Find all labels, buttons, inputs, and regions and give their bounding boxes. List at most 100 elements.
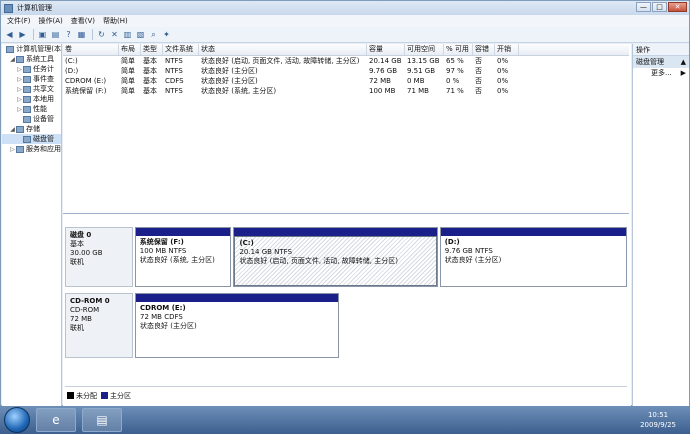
col-status[interactable]: 状态 (199, 44, 367, 55)
tree-item[interactable]: ▷ 服务和应用 (2, 144, 61, 154)
tree-item-label: 存储 (26, 125, 40, 133)
properties-icon[interactable]: ▤ (50, 29, 61, 40)
partition-name: (C:) (239, 239, 254, 247)
menu-help[interactable]: 帮助(H) (103, 16, 128, 26)
col-volume[interactable]: 卷 (63, 44, 119, 55)
expand-icon[interactable]: ▷ (9, 146, 16, 153)
table-cell: 基本 (143, 57, 157, 65)
table-cell: 基本 (143, 77, 157, 85)
tree-item[interactable]: ▷ 本地用 (2, 94, 61, 104)
col-fault-tolerance[interactable]: 容错 (473, 44, 495, 55)
menu-file[interactable]: 文件(F) (7, 16, 31, 26)
tree-item[interactable]: 计算机管理(本 (2, 44, 61, 54)
table-cell: 72 MB (369, 77, 391, 85)
disk-size: 72 MB (70, 315, 92, 323)
col-filesystem[interactable]: 文件系统 (163, 44, 199, 55)
disk-size: 30.00 GB (70, 249, 103, 257)
table-row[interactable]: (D:) 简单 基本 NTFS 状态良好 (主分区) 9.76 GB 9.51 GB 97 %… (63, 66, 629, 76)
refresh-icon[interactable]: ↻ (96, 29, 107, 40)
tree-node-icon (16, 125, 24, 133)
expand-icon[interactable]: ▷ (16, 66, 23, 73)
actions-pane: 操作 磁盘管理 ▲ 更多... ▶ (632, 44, 689, 406)
expand-icon[interactable]: ▷ (16, 86, 23, 93)
table-cell: 否 (475, 67, 482, 75)
folder-up-icon[interactable]: ▣ (37, 29, 48, 40)
tree-node-icon (23, 105, 31, 113)
maximize-button[interactable]: □ (652, 2, 667, 12)
partition-f[interactable]: 系统保留 (F:) 100 MB NTFS 状态良好 (系统, 主分区) (134, 227, 232, 287)
close-button[interactable]: ✕ (668, 2, 687, 12)
table-cell: 状态良好 (启动, 页面文件, 活动, 故障转储, 主分区) (201, 57, 360, 65)
search-icon[interactable]: ⌕ (148, 29, 159, 40)
table-cell: 100 MB (369, 87, 396, 95)
tree-item[interactable]: 磁盘管 (2, 134, 61, 144)
expand-icon[interactable]: ▷ (16, 106, 23, 113)
menu-view[interactable]: 查看(V) (71, 16, 95, 26)
computer-management-taskbar-button[interactable]: ▤ (82, 408, 122, 432)
actions-section[interactable]: 磁盘管理 ▲ (633, 56, 689, 68)
minimize-button[interactable]: — (636, 2, 651, 12)
properties2-icon[interactable]: ▥ (122, 29, 133, 40)
table-row[interactable]: CDROM (E:) 简单 基本 CDFS 状态良好 (主分区) 72 MB 0 MB 0 %… (63, 76, 629, 86)
col-capacity[interactable]: 容量 (367, 44, 405, 55)
col-percent-free[interactable]: % 可用 (444, 44, 473, 55)
taskbar: e ▤ 10:51 2009/9/25 (0, 406, 690, 434)
wizard-icon[interactable]: ✦ (161, 29, 172, 40)
tree-item-label: 事件查 (33, 75, 54, 83)
partition-d[interactable]: (D:) 9.76 GB NTFS 状态良好 (主分区) (439, 227, 627, 287)
view-icon[interactable]: ▦ (76, 29, 87, 40)
tree-item[interactable]: ▷ 性能 (2, 104, 61, 114)
cdrom-0-info[interactable]: CD-ROM 0 CD-ROM 72 MB 联机 (65, 293, 133, 358)
open-icon[interactable]: ▧ (135, 29, 146, 40)
partition-name: CDROM (E:) (140, 304, 186, 312)
table-row[interactable]: (C:) 简单 基本 NTFS 状态良好 (启动, 页面文件, 活动, 故障转储, 主分… (63, 56, 629, 66)
tree-item-label: 系统工具 (26, 55, 54, 63)
table-cell: 简单 (121, 67, 135, 75)
table-cell: 0% (497, 67, 509, 75)
disk-0-info[interactable]: 磁盘 0 基本 30.00 GB 联机 (65, 227, 133, 287)
expand-icon[interactable]: ▷ (16, 96, 23, 103)
forward-icon[interactable]: ▶ (17, 29, 28, 40)
table-cell: NTFS (165, 67, 183, 75)
back-icon[interactable]: ◀ (4, 29, 15, 40)
clock-date: 2009/9/25 (640, 421, 676, 429)
tree-item[interactable]: ▷ 任务计 (2, 64, 61, 74)
table-cell: 否 (475, 87, 482, 95)
tree-node-icon (23, 65, 31, 73)
menu-action[interactable]: 操作(A) (39, 16, 63, 26)
delete-icon[interactable]: ✕ (109, 29, 120, 40)
tree-item-label: 性能 (33, 105, 47, 113)
partition-size: 20.14 GB NTFS (239, 248, 293, 256)
partition-status: 状态良好 (系统, 主分区) (139, 256, 215, 264)
tree-item-label: 服务和应用 (26, 145, 61, 153)
help-icon[interactable]: ? (63, 29, 74, 40)
tree-item[interactable]: ◢ 存储 (2, 124, 61, 134)
table-cell: 0% (497, 77, 509, 85)
ie-taskbar-button[interactable]: e (36, 408, 76, 432)
tree-item[interactable]: 设备管 (2, 114, 61, 124)
col-overhead[interactable]: 开销 (495, 44, 519, 55)
table-cell: 9.76 GB (369, 67, 398, 75)
col-layout[interactable]: 布局 (119, 44, 141, 55)
tree-item[interactable]: ◢ 系统工具 (2, 54, 61, 64)
expand-icon[interactable]: ▷ (16, 76, 23, 83)
table-cell: 71 MB (407, 87, 429, 95)
table-row[interactable]: 系统保留 (F:) 简单 基本 NTFS 状态良好 (系统, 主分区) 100 MB 71 … (63, 86, 629, 96)
partition-e[interactable]: CDROM (E:) 72 MB CDFS 状态良好 (主分区) (135, 293, 339, 358)
partition-c[interactable]: (C:) 20.14 GB NTFS 状态良好 (启动, 页面文件, 活动, 故… (233, 227, 438, 287)
table-cell: 20.14 GB (369, 57, 402, 65)
menu-bar: 文件(F) 操作(A) 查看(V) 帮助(H) (1, 15, 689, 27)
unallocated-swatch (67, 392, 74, 399)
tree-item[interactable]: ▷ 事件查 (2, 74, 61, 84)
expand-icon[interactable]: ◢ (9, 56, 16, 63)
legend-primary: 主分区 (110, 391, 131, 400)
expand-icon[interactable]: ◢ (9, 126, 16, 133)
clock[interactable]: 10:51 2009/9/25 (640, 410, 676, 430)
start-button[interactable] (4, 407, 30, 433)
col-free-space[interactable]: 可用空间 (405, 44, 444, 55)
more-actions[interactable]: 更多... ▶ (633, 68, 689, 79)
collapse-icon[interactable]: ▲ (681, 56, 686, 68)
tree-item[interactable]: ▷ 共享文 (2, 84, 61, 94)
tree-item-label: 磁盘管 (33, 135, 54, 143)
col-type[interactable]: 类型 (141, 44, 163, 55)
